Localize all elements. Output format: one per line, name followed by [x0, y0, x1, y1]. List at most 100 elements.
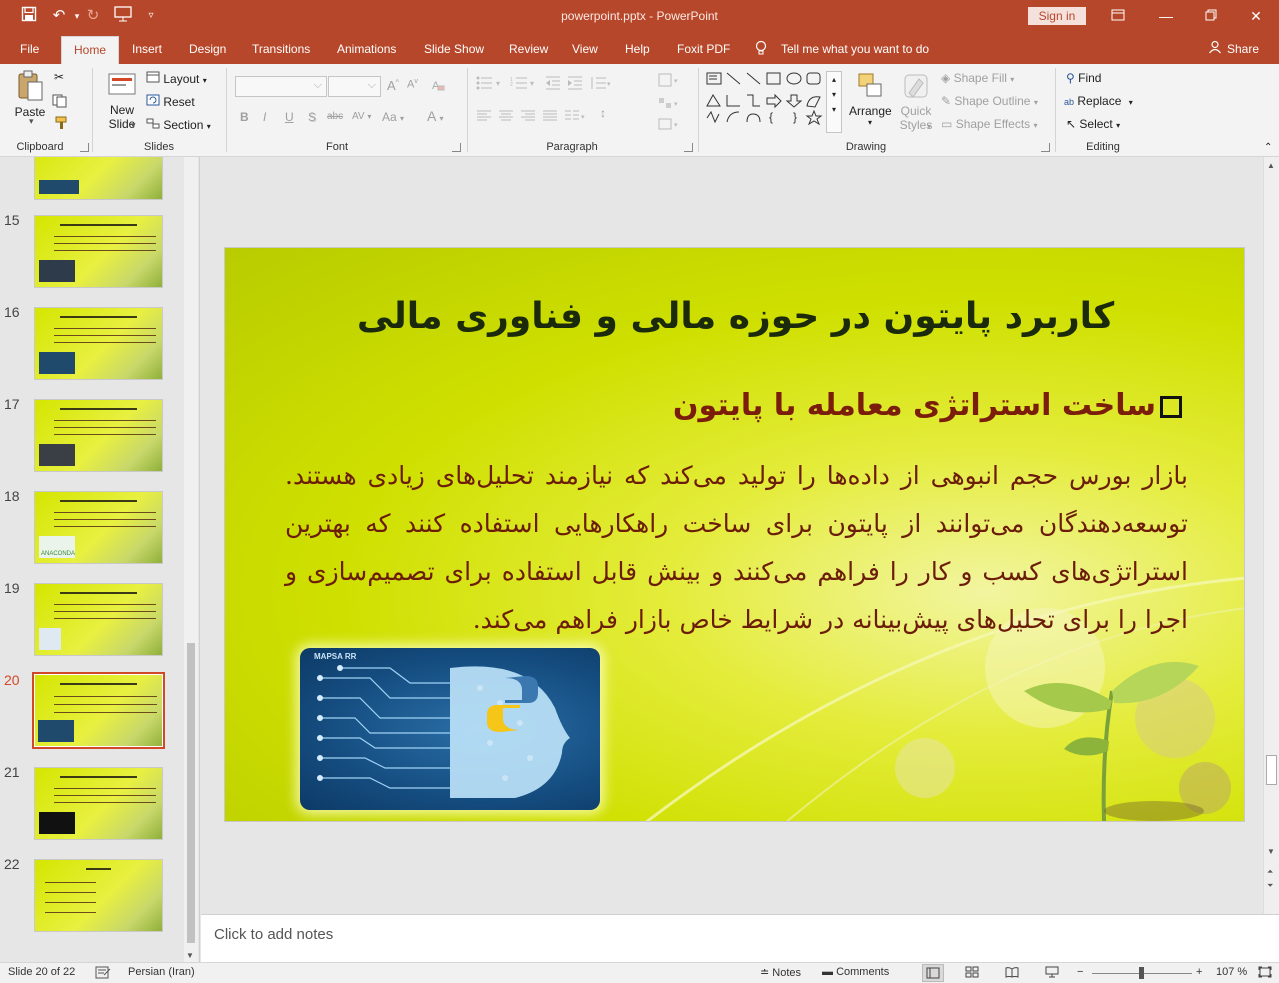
clipboard-launcher-icon[interactable]	[80, 143, 89, 152]
section-button[interactable]: Section ▾	[146, 117, 211, 132]
scrollbar-thumb[interactable]	[1266, 755, 1277, 785]
zoom-in-button[interactable]: +	[1196, 966, 1202, 978]
comments-toggle-button[interactable]: ▬ Comments	[822, 966, 889, 978]
tab-help[interactable]: Help	[625, 40, 650, 60]
notes-pane[interactable]: Click to add notes	[201, 914, 1279, 962]
notes-toggle-button[interactable]: ≐ Notes	[760, 966, 801, 979]
shape-effects-button[interactable]: ▭ Shape Effects ▾	[941, 117, 1038, 131]
share-user-icon[interactable]	[1208, 40, 1222, 60]
increase-font-size-icon[interactable]: A^	[387, 78, 399, 93]
tab-transitions[interactable]: Transitions	[252, 40, 310, 60]
bold-button[interactable]: B	[240, 110, 249, 124]
slide-thumbnail[interactable]	[34, 767, 163, 840]
tab-review[interactable]: Review	[509, 40, 548, 60]
tab-file[interactable]: File	[20, 40, 39, 60]
sign-in-button[interactable]: Sign in	[1028, 7, 1086, 25]
shadow-button[interactable]: S	[308, 110, 316, 124]
paste-button[interactable]: Paste	[13, 70, 47, 119]
slide-thumbnail[interactable]	[34, 157, 163, 200]
zoom-slider-thumb[interactable]	[1139, 967, 1144, 979]
shapes-gallery[interactable]: {}	[705, 71, 827, 133]
spell-check-icon[interactable]	[95, 966, 111, 982]
reset-button[interactable]: Reset	[146, 94, 195, 109]
slide-subtitle[interactable]: ساخت استراتژی معامله با پایتون	[673, 388, 1182, 423]
tab-design[interactable]: Design	[189, 40, 226, 60]
justify-icon[interactable]	[542, 110, 558, 125]
scrollbar-thumb[interactable]	[187, 643, 195, 943]
replace-button[interactable]: ab Replace ▾	[1064, 94, 1133, 108]
tab-slide-show[interactable]: Slide Show	[424, 40, 484, 60]
shape-fill-button[interactable]: ◈ Shape Fill ▾	[941, 71, 1014, 85]
align-text-icon[interactable]: ▾	[658, 73, 682, 90]
cut-icon[interactable]: ✂	[54, 70, 64, 84]
drawing-launcher-icon[interactable]	[1041, 143, 1050, 152]
find-button[interactable]: ⚲ Find	[1066, 71, 1101, 85]
slide-scrollbar[interactable]: ▲ ▼ ⏶ ⏷	[1263, 157, 1279, 914]
zoom-level[interactable]: 107 %	[1216, 966, 1247, 978]
font-size-dropdown[interactable]: ⌵	[328, 76, 381, 97]
tab-foxit-pdf[interactable]: Foxit PDF	[677, 40, 730, 60]
underline-button[interactable]: U	[285, 110, 294, 124]
copy-icon[interactable]	[52, 94, 68, 111]
paragraph-launcher-icon[interactable]	[684, 143, 693, 152]
scroll-up-icon[interactable]: ▲	[1267, 161, 1275, 170]
clear-formatting-icon[interactable]: A	[431, 78, 445, 95]
tab-home[interactable]: Home	[61, 36, 120, 64]
decrease-indent-icon[interactable]	[545, 76, 561, 93]
slide-thumbnail[interactable]	[34, 583, 163, 656]
restore-icon[interactable]	[1197, 5, 1225, 27]
shapes-gallery-scroll[interactable]: ▴ ▾ ▾	[826, 71, 842, 133]
notes-placeholder[interactable]: Click to add notes	[214, 926, 333, 943]
arrange-button[interactable]: Arrange ▾	[849, 71, 892, 127]
bullets-icon[interactable]: ▾	[476, 76, 506, 93]
fit-slide-icon[interactable]	[1258, 966, 1272, 981]
select-button[interactable]: ↖ Select ▾	[1066, 117, 1120, 131]
next-slide-icon[interactable]: ⏷	[1267, 881, 1273, 891]
character-spacing-button[interactable]: AV ▾	[352, 111, 371, 122]
font-name-dropdown[interactable]: ⌵	[235, 76, 327, 97]
tell-me-search[interactable]: Tell me what you want to do	[781, 40, 929, 60]
decrease-font-size-icon[interactable]: Av	[407, 78, 418, 91]
previous-slide-icon[interactable]: ⏶	[1267, 867, 1273, 877]
columns-icon[interactable]: ▾	[564, 110, 588, 125]
align-right-icon[interactable]	[520, 110, 536, 125]
font-launcher-icon[interactable]	[452, 143, 461, 152]
slide-sorter-view-icon[interactable]	[965, 966, 979, 981]
format-painter-icon[interactable]	[55, 116, 69, 133]
slide-thumbnail[interactable]	[34, 399, 163, 472]
share-button[interactable]: Share	[1227, 40, 1259, 60]
change-case-button[interactable]: Aa ▾	[382, 110, 404, 124]
slide-thumbnail[interactable]: ANACONDA	[34, 491, 163, 564]
minimize-icon[interactable]: —	[1152, 5, 1180, 27]
slideshow-view-icon[interactable]	[1045, 966, 1059, 981]
slide-thumbnail-selected[interactable]	[32, 672, 165, 749]
convert-smartart-icon[interactable]: ▾	[658, 117, 682, 134]
quick-styles-dropdown-icon[interactable]: ▾	[927, 122, 931, 131]
slide-body-text[interactable]: بازار بورس حجم انبوهی از داده‌ها را تولی…	[285, 452, 1188, 644]
slide-thumbnail[interactable]	[34, 859, 163, 932]
line-spacing-icon[interactable]: ▾	[590, 76, 612, 93]
font-color-button[interactable]: A ▾	[427, 108, 443, 124]
align-left-icon[interactable]	[476, 110, 492, 125]
normal-view-button[interactable]	[922, 964, 944, 982]
slide-thumbnail[interactable]	[34, 215, 163, 288]
slide-thumbnail[interactable]	[34, 307, 163, 380]
tab-view[interactable]: View	[572, 40, 598, 60]
close-icon[interactable]: ✕	[1242, 5, 1270, 27]
scroll-down-icon[interactable]: ▼	[186, 951, 194, 960]
shape-outline-button[interactable]: ✎ Shape Outline ▾	[941, 94, 1038, 108]
slide-title[interactable]: کاربرد پایتون در حوزه مالی و فناوری مالی	[225, 296, 1244, 337]
zoom-out-button[interactable]: −	[1077, 966, 1083, 978]
reading-view-icon[interactable]	[1005, 966, 1019, 981]
italic-button[interactable]: I	[263, 110, 266, 124]
slide-canvas[interactable]: کاربرد پایتون در حوزه مالی و فناوری مالی…	[224, 247, 1245, 822]
strikethrough-button[interactable]: abc	[327, 111, 343, 122]
smartart-icon[interactable]: ▾	[658, 96, 682, 113]
text-direction-icon[interactable]: ↕	[600, 106, 606, 120]
language-indicator[interactable]: Persian (Iran)	[128, 966, 195, 978]
python-ai-image[interactable]: MAPSA RR	[300, 648, 600, 810]
paste-dropdown-icon[interactable]: ▾	[29, 116, 34, 127]
scroll-down-icon[interactable]: ▼	[1267, 847, 1275, 856]
collapse-ribbon-icon[interactable]: ⌃	[1264, 142, 1272, 153]
tab-insert[interactable]: Insert	[132, 40, 162, 60]
